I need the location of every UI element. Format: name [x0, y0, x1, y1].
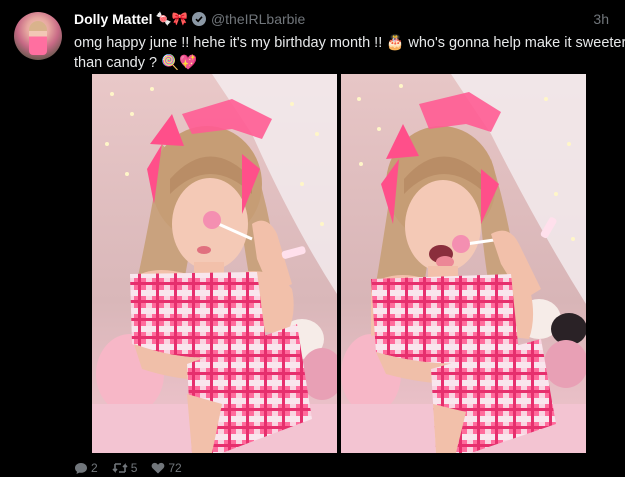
- tweet-text-line: omg happy june !! hehe it's my birthday …: [74, 35, 625, 51]
- retweet-count: 5: [130, 461, 138, 475]
- author-name[interactable]: Dolly Mattel: [74, 11, 153, 27]
- tweet-header: Dolly Mattel 🍬🎀 @theIRLbarbie 3h: [74, 10, 609, 28]
- like-button[interactable]: 72: [151, 461, 182, 475]
- retweet-icon: [112, 463, 128, 473]
- verified-badge-icon: [191, 12, 206, 26]
- tweet-text: omg happy june !! hehe it's my birthday …: [74, 33, 625, 73]
- photo-left[interactable]: [92, 74, 337, 453]
- reply-count: 2: [91, 461, 98, 475]
- name-emojis: 🍬🎀: [155, 11, 188, 27]
- like-count: 72: [168, 461, 182, 475]
- avatar[interactable]: [14, 12, 62, 60]
- tweet-media: [92, 74, 587, 453]
- tweet-actions: 2 5 72: [74, 460, 196, 476]
- heart-icon: [152, 462, 165, 474]
- reply-icon: [75, 462, 87, 474]
- tweet-text-line: than candy ? 🍭💖: [74, 55, 198, 71]
- avatar-figure: [29, 21, 47, 55]
- retweet-button[interactable]: 5: [112, 461, 138, 475]
- author-handle[interactable]: @theIRLbarbie: [211, 11, 305, 27]
- reply-button[interactable]: 2: [74, 461, 98, 475]
- tweet: Dolly Mattel 🍬🎀 @theIRLbarbie 3h omg hap…: [0, 0, 625, 477]
- photo-right[interactable]: [341, 74, 586, 453]
- tweet-timestamp[interactable]: 3h: [593, 11, 609, 27]
